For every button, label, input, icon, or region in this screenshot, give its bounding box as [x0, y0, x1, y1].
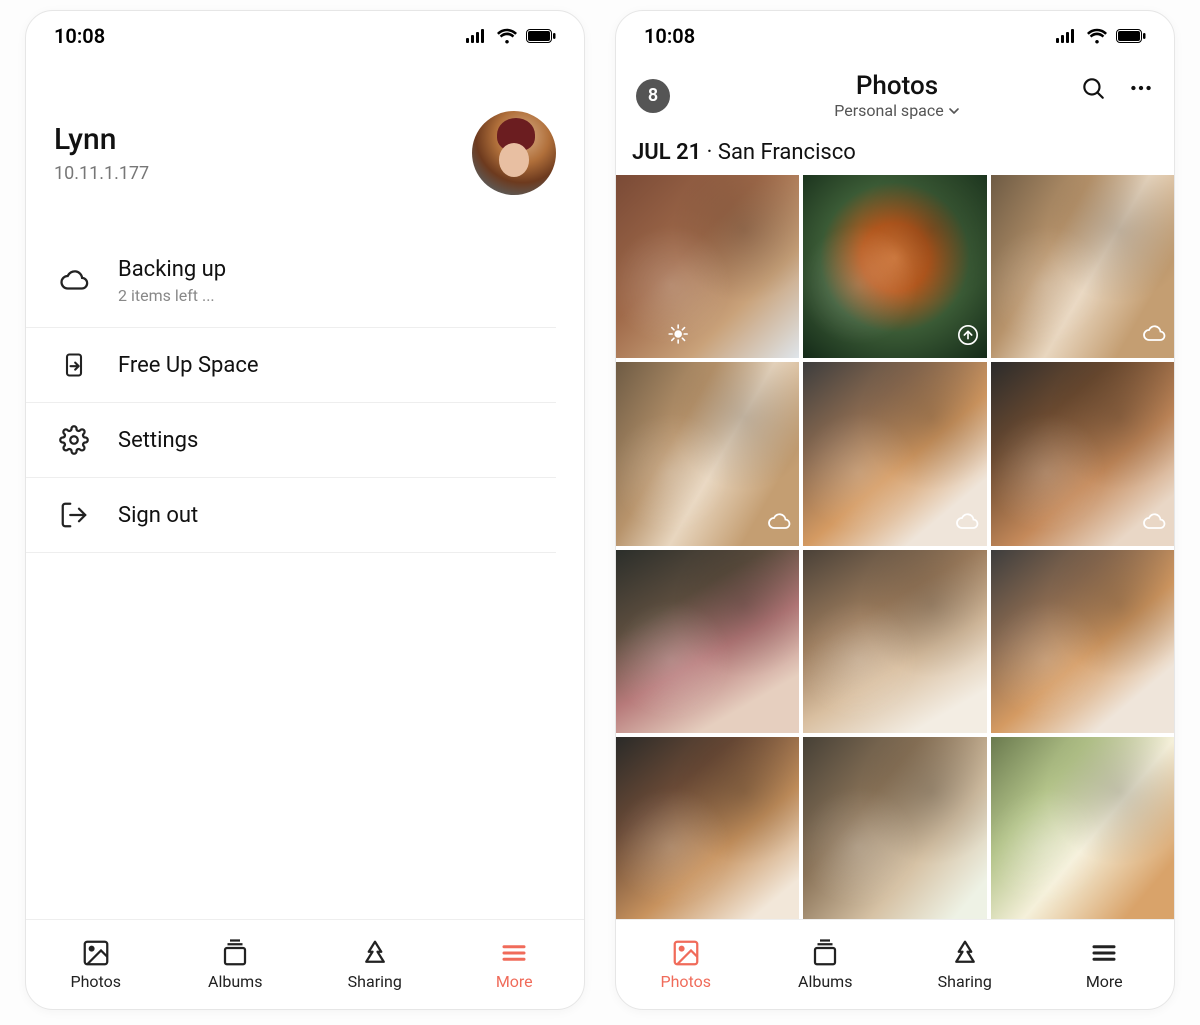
tab-label: Albums [208, 972, 262, 991]
space-label: Personal space [834, 101, 943, 120]
phone-photos-screen: 10:08 8 Photos Personal space JUL 21 · [615, 10, 1175, 1010]
photos-title: Photos [680, 71, 1114, 101]
profile-header: Lynn 10.11.1.177 [26, 61, 584, 215]
tab-label: More [1086, 972, 1123, 991]
search-icon [1080, 75, 1106, 101]
tab-label: Albums [798, 972, 852, 991]
cellular-icon [466, 29, 488, 43]
upload-count-badge[interactable]: 8 [636, 79, 670, 113]
space-selector[interactable]: Personal space [834, 101, 959, 120]
tab-more[interactable]: More [445, 938, 585, 991]
cloud-icon [54, 266, 94, 296]
more-icon [499, 938, 529, 968]
battery-icon [1116, 29, 1146, 43]
photo-thumb[interactable] [616, 550, 799, 733]
avatar[interactable] [472, 111, 556, 195]
menu-item-subtitle: 2 items left ... [118, 286, 528, 305]
tab-label: Sharing [938, 972, 992, 991]
photos-icon [671, 938, 701, 968]
photo-thumb[interactable] [991, 550, 1174, 733]
menu-item-backup[interactable]: Backing up 2 items left ... [26, 235, 556, 328]
photo-thumb[interactable] [803, 362, 986, 545]
title-block[interactable]: Photos Personal space [680, 71, 1114, 120]
menu-item-title: Settings [118, 428, 528, 453]
menu-item-signout[interactable]: Sign out [26, 478, 556, 553]
photo-grid [616, 175, 1174, 919]
status-time: 10:08 [54, 24, 105, 48]
status-icons [1056, 28, 1146, 44]
chevron-down-icon [948, 105, 960, 117]
profile-ip: 10.11.1.177 [54, 163, 149, 184]
freeup-icon [54, 350, 94, 380]
cloud-status-icon [767, 510, 791, 538]
albums-icon [810, 938, 840, 968]
photos-icon [81, 938, 111, 968]
albums-icon [220, 938, 250, 968]
tab-label: More [496, 972, 533, 991]
dots-icon [1128, 75, 1154, 101]
battery-icon [526, 29, 556, 43]
photo-thumb[interactable] [803, 175, 986, 358]
photo-thumb[interactable] [803, 550, 986, 733]
tab-label: Photos [71, 972, 122, 991]
tab-sharing[interactable]: Sharing [895, 938, 1035, 991]
profile-name: Lynn [54, 122, 149, 157]
phone-more-screen: 10:08 Lynn 10.11.1.177 Backing up 2 item… [25, 10, 585, 1010]
menu-item-title: Sign out [118, 503, 528, 528]
menu-item-settings[interactable]: Settings [26, 403, 556, 478]
photo-thumb[interactable] [803, 737, 986, 919]
status-icons [466, 28, 556, 44]
photo-thumb[interactable] [991, 362, 1174, 545]
tabbar: Photos Albums Sharing More [26, 919, 584, 1009]
profile-info: Lynn 10.11.1.177 [54, 122, 149, 184]
wifi-icon [1086, 28, 1108, 44]
menu-item-freeup[interactable]: Free Up Space [26, 328, 556, 403]
status-bar: 10:08 [616, 11, 1174, 61]
section-location: San Francisco [718, 140, 856, 165]
tab-sharing[interactable]: Sharing [305, 938, 445, 991]
more-options-button[interactable] [1128, 75, 1154, 105]
photos-header: 8 Photos Personal space [616, 61, 1174, 126]
menu-item-title: Free Up Space [118, 353, 528, 378]
sharing-icon [950, 938, 980, 968]
menu-item-title: Backing up [118, 257, 528, 282]
photo-thumb[interactable] [991, 175, 1174, 358]
sharing-icon [360, 938, 390, 968]
gear-icon [54, 425, 94, 455]
status-bar: 10:08 [26, 11, 584, 61]
menu-list: Backing up 2 items left ... Free Up Spac… [26, 215, 584, 919]
search-button[interactable] [1080, 75, 1106, 105]
tab-more[interactable]: More [1035, 938, 1175, 991]
upload-icon [957, 324, 979, 350]
wifi-icon [496, 28, 518, 44]
photo-thumb[interactable] [991, 737, 1174, 919]
cloud-status-icon [1142, 510, 1166, 538]
section-separator: · [707, 140, 718, 165]
tab-albums[interactable]: Albums [756, 938, 896, 991]
cloud-status-icon [1142, 322, 1166, 350]
cloud-status-icon [955, 510, 979, 538]
syncing-icon [666, 322, 750, 350]
status-time: 10:08 [644, 24, 695, 48]
signout-icon [54, 500, 94, 530]
tabbar: Photos Albums Sharing More [616, 919, 1174, 1009]
tab-photos[interactable]: Photos [26, 938, 166, 991]
tab-albums[interactable]: Albums [166, 938, 306, 991]
photo-thumb[interactable] [616, 175, 799, 358]
photo-thumb[interactable] [616, 362, 799, 545]
section-date: JUL 21 [632, 140, 701, 165]
cellular-icon [1056, 29, 1078, 43]
photo-thumb[interactable] [616, 737, 799, 919]
tab-photos[interactable]: Photos [616, 938, 756, 991]
tab-label: Photos [661, 972, 712, 991]
more-icon [1089, 938, 1119, 968]
section-header: JUL 21 · San Francisco [616, 126, 1174, 175]
tab-label: Sharing [348, 972, 402, 991]
